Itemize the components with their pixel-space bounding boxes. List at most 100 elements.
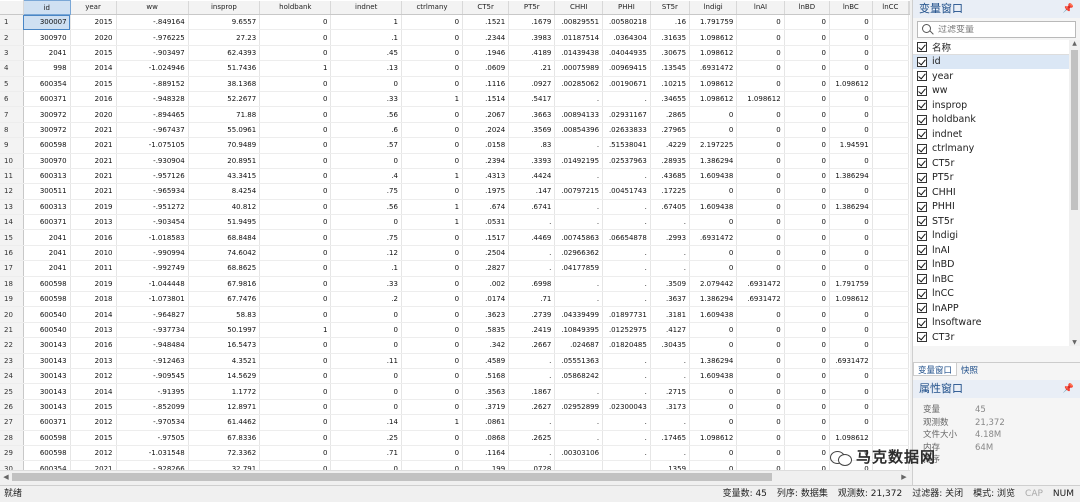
table-cell[interactable]: 0 xyxy=(784,291,830,308)
table-cell[interactable]: .43685 xyxy=(650,168,691,185)
table-row[interactable]: 9 600598 2021 -1.075105 70.9489 0.57 0.0158.83… xyxy=(0,137,910,154)
table-cell[interactable]: .06654878 xyxy=(602,229,651,246)
variable-checkbox[interactable] xyxy=(917,303,927,314)
column-header-lnAI[interactable]: lnAI xyxy=(736,0,785,15)
table-cell[interactable]: .0861 xyxy=(462,414,510,431)
table-cell[interactable]: -1.075105 xyxy=(116,137,189,154)
table-row[interactable]: 19 600598 2018 -1.073801 67.7476 0.2 0.0174.71… xyxy=(0,291,910,308)
table-cell[interactable]: .27965 xyxy=(650,122,691,139)
table-cell[interactable]: 0 xyxy=(689,322,738,339)
table-cell[interactable]: 0 xyxy=(736,183,785,200)
table-cell[interactable]: 0 xyxy=(330,322,402,339)
table-cell[interactable]: 2016 xyxy=(70,337,117,354)
table-cell[interactable]: .02966362 xyxy=(554,245,604,262)
table-cell[interactable]: 2013 xyxy=(70,322,117,339)
table-cell[interactable]: -.97505 xyxy=(116,430,189,446)
table-cell[interactable]: 0 xyxy=(736,353,785,369)
table-cell[interactable]: .147 xyxy=(508,183,556,200)
table-cell[interactable]: .1517 xyxy=(462,229,510,246)
table-cell[interactable]: .0609 xyxy=(462,60,510,77)
variable-item-indnet[interactable]: indnet xyxy=(913,127,1069,142)
variable-checkbox[interactable] xyxy=(917,216,927,227)
table-cell[interactable] xyxy=(872,337,910,354)
table-cell[interactable]: 2014 xyxy=(70,306,117,323)
table-cell[interactable]: .1946 xyxy=(462,45,510,62)
table-cell[interactable]: .30435 xyxy=(650,337,691,354)
table-cell[interactable]: .3719 xyxy=(462,399,510,416)
table-row[interactable]: 8 300972 2021 -.967437 55.0961 0.6 0.2024.3569… xyxy=(0,122,910,139)
table-cell[interactable] xyxy=(872,291,910,308)
table-cell[interactable]: .00580218 xyxy=(602,14,651,31)
table-cell[interactable]: 0 xyxy=(784,214,830,231)
table-cell[interactable]: .0868 xyxy=(462,430,510,446)
table-cell[interactable]: .4424 xyxy=(508,168,556,185)
table-cell[interactable]: .6 xyxy=(330,122,402,139)
table-row[interactable]: 20 600540 2014 -.964827 58.83 0 0 0.3623.2739.0… xyxy=(0,306,910,323)
table-cell[interactable]: 0 xyxy=(401,368,464,385)
table-cell[interactable]: 0 xyxy=(829,245,873,262)
table-row[interactable]: 1 300007 2015 -.849164 9.6557 0 1 0.1521.1679.0… xyxy=(0,14,910,31)
table-cell[interactable]: .3623 xyxy=(462,306,510,323)
table-cell[interactable]: 0 xyxy=(736,29,785,46)
table-cell[interactable]: 70.9489 xyxy=(188,137,261,154)
table-cell[interactable]: 0 xyxy=(784,229,830,246)
table-cell[interactable]: 0 xyxy=(829,14,873,31)
scroll-down-icon[interactable]: ▼ xyxy=(1069,339,1080,346)
table-cell[interactable] xyxy=(872,276,910,293)
table-cell[interactable]: 68.8625 xyxy=(188,260,261,277)
table-cell[interactable]: 0 xyxy=(829,337,873,354)
column-header-CT5r[interactable]: CT5r xyxy=(462,0,510,15)
table-cell[interactable]: 0 xyxy=(736,45,785,62)
table-cell[interactable]: 0 xyxy=(401,353,464,369)
table-cell[interactable]: 2021 xyxy=(70,137,117,154)
table-row[interactable]: 15 2041 2016 -1.018583 68.8484 0.75 0.1517.446… xyxy=(0,229,910,246)
table-row[interactable]: 11 600313 2021 -.957126 43.3415 0.4 1.4313.442… xyxy=(0,168,910,185)
table-cell[interactable]: .02633833 xyxy=(602,122,651,139)
table-cell[interactable]: .0531 xyxy=(462,214,510,231)
table-cell[interactable]: 2013 xyxy=(70,353,117,369)
table-cell[interactable]: .024687 xyxy=(554,337,604,354)
table-cell[interactable]: -.91395 xyxy=(116,383,189,400)
table-cell[interactable]: 0 xyxy=(259,199,332,216)
table-cell[interactable]: .2625 xyxy=(508,430,556,446)
table-cell[interactable]: 600371 xyxy=(23,414,71,431)
table-cell[interactable]: .5168 xyxy=(462,368,510,385)
row-number[interactable]: 24 xyxy=(0,368,24,385)
table-cell[interactable]: 0 xyxy=(259,445,332,462)
table-cell[interactable]: 20.8951 xyxy=(188,153,261,169)
variable-checkbox[interactable] xyxy=(917,201,927,212)
table-cell[interactable]: 1 xyxy=(259,60,332,77)
table-cell[interactable]: 0 xyxy=(259,183,332,200)
table-cell[interactable]: -.912463 xyxy=(116,353,189,369)
table-cell[interactable] xyxy=(872,353,910,369)
table-row[interactable]: 18 600598 2019 -1.044448 67.9816 0.33 0.002.69… xyxy=(0,276,910,293)
table-cell[interactable]: .10849395 xyxy=(554,322,604,339)
table-cell[interactable]: 0 xyxy=(259,76,332,92)
table-cell[interactable]: 0 xyxy=(736,368,785,385)
table-cell[interactable]: 0 xyxy=(736,214,785,231)
table-cell[interactable]: -.903454 xyxy=(116,214,189,231)
table-cell[interactable] xyxy=(872,60,910,77)
column-header-year[interactable]: year xyxy=(70,0,117,15)
table-cell[interactable]: .01492195 xyxy=(554,153,604,169)
table-cell[interactable]: .00797215 xyxy=(554,183,604,200)
table-cell[interactable]: .75 xyxy=(330,183,402,200)
table-cell[interactable]: .13 xyxy=(330,60,402,77)
row-number[interactable]: 14 xyxy=(0,214,24,231)
table-cell[interactable]: 0 xyxy=(259,122,332,139)
column-header-lnBD[interactable]: lnBD xyxy=(784,0,830,15)
row-number[interactable]: 5 xyxy=(0,76,24,92)
select-all-checkbox[interactable] xyxy=(917,41,927,52)
column-header-lnCC[interactable]: lnCC xyxy=(872,0,910,15)
table-cell[interactable]: 600371 xyxy=(23,214,71,231)
column-header-ST5r[interactable]: ST5r xyxy=(650,0,691,15)
table-cell[interactable]: 0 xyxy=(829,322,873,339)
table-cell[interactable]: 0 xyxy=(736,337,785,354)
table-cell[interactable]: . xyxy=(554,430,604,446)
row-number[interactable]: 27 xyxy=(0,414,24,431)
table-row[interactable]: 21 600540 2013 -.937734 50.1997 1 0 0.5835.2419… xyxy=(0,322,910,339)
row-number[interactable]: 6 xyxy=(0,91,24,108)
table-cell[interactable]: 2021 xyxy=(70,153,117,169)
variable-item-lnBC[interactable]: lnBC xyxy=(913,272,1069,287)
table-cell[interactable]: .00829551 xyxy=(554,14,604,31)
